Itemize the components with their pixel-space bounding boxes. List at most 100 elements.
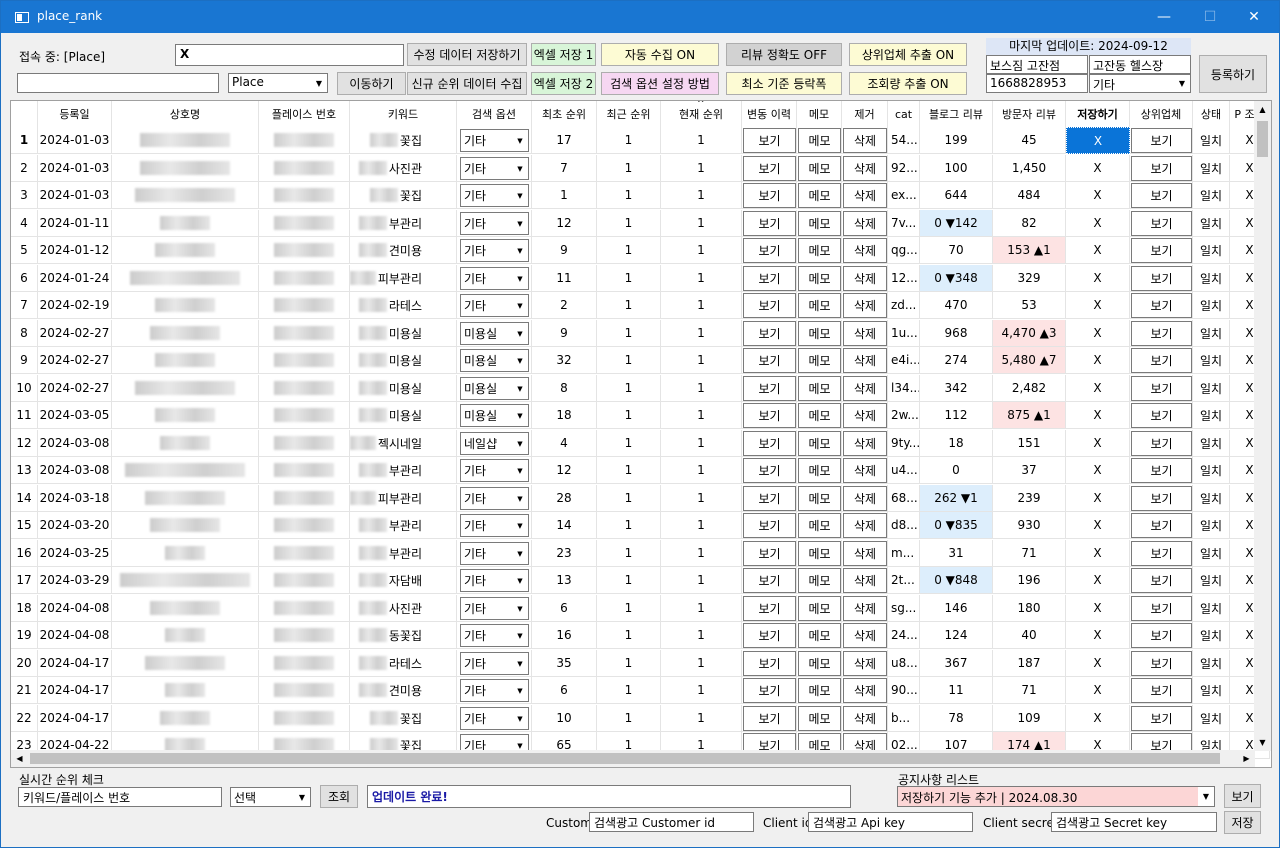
history-view-button[interactable]: 보기	[743, 376, 796, 401]
top-store-view-button[interactable]: 보기	[1131, 678, 1192, 703]
memo-button[interactable]: 메모	[798, 128, 841, 153]
delete-button[interactable]: 삭제	[843, 128, 887, 153]
delete-button[interactable]: 삭제	[843, 486, 887, 511]
header-col-save[interactable]: 저장하기	[1066, 101, 1130, 127]
excel-save-1-button[interactable]: 엑셀 저장 1	[531, 43, 596, 66]
delete-button[interactable]: 삭제	[843, 431, 887, 456]
store-type-select[interactable]: 기타 ▼	[1089, 74, 1191, 93]
history-view-button[interactable]: 보기	[743, 568, 796, 593]
delete-button[interactable]: 삭제	[843, 266, 887, 291]
search-option-select[interactable]: 기타 ▼	[460, 157, 529, 180]
header-col-visitor-review[interactable]: 방문자 리뷰	[993, 101, 1066, 127]
top-extract-button[interactable]: 상위업체 추출 ON	[849, 43, 967, 66]
delete-button[interactable]: 삭제	[843, 458, 887, 483]
memo-button[interactable]: 메모	[798, 238, 841, 263]
history-view-button[interactable]: 보기	[743, 458, 796, 483]
memo-button[interactable]: 메모	[798, 568, 841, 593]
top-store-view-button[interactable]: 보기	[1131, 266, 1192, 291]
store-name-field[interactable]: 보스짐 고잔점	[986, 55, 1088, 74]
place-select[interactable]: Place ▼	[228, 73, 328, 93]
memo-button[interactable]: 메모	[798, 348, 841, 373]
top-store-view-button[interactable]: 보기	[1131, 321, 1192, 346]
delete-button[interactable]: 삭제	[843, 513, 887, 538]
search-option-select[interactable]: 기타 ▼	[460, 679, 529, 702]
header-col-store-name[interactable]: 상호명	[112, 101, 259, 127]
memo-button[interactable]: 메모	[798, 513, 841, 538]
delete-button[interactable]: 삭제	[843, 156, 887, 181]
vertical-scrollbar[interactable]: ▲ ▼	[1254, 101, 1271, 751]
store-category-field[interactable]: 고잔동 헬스장	[1089, 55, 1191, 74]
search-option-select[interactable]: 기타 ▼	[460, 459, 529, 482]
top-store-view-button[interactable]: 보기	[1131, 513, 1192, 538]
review-accuracy-button[interactable]: 리뷰 정확도 OFF	[726, 43, 842, 66]
header-col-memo[interactable]: 메모	[797, 101, 842, 127]
memo-button[interactable]: 메모	[798, 541, 841, 566]
history-view-button[interactable]: 보기	[743, 678, 796, 703]
delete-button[interactable]: 삭제	[843, 376, 887, 401]
keyword-type-select[interactable]: 선택 ▼	[230, 787, 311, 807]
save-button[interactable]: 저장	[1224, 811, 1261, 834]
scroll-up-icon[interactable]: ▲	[1254, 101, 1271, 118]
history-view-button[interactable]: 보기	[743, 238, 796, 263]
top-store-view-button[interactable]: 보기	[1131, 376, 1192, 401]
history-view-button[interactable]: 보기	[743, 486, 796, 511]
memo-button[interactable]: 메모	[798, 266, 841, 291]
memo-button[interactable]: 메모	[798, 678, 841, 703]
delete-button[interactable]: 삭제	[843, 651, 887, 676]
search-option-select[interactable]: 기타 ▼	[460, 294, 529, 317]
notice-view-button[interactable]: 보기	[1224, 784, 1261, 808]
header-col-row-number[interactable]	[11, 101, 38, 127]
top-store-view-button[interactable]: 보기	[1131, 623, 1192, 648]
memo-button[interactable]: 메모	[798, 183, 841, 208]
top-store-view-button[interactable]: 보기	[1131, 541, 1192, 566]
top-store-view-button[interactable]: 보기	[1131, 403, 1192, 428]
delete-button[interactable]: 삭제	[843, 211, 887, 236]
keyword-input[interactable]: 키워드/플레이스 번호	[18, 787, 222, 807]
customer-id-field[interactable]: 검색광고 Customer id	[589, 812, 754, 832]
history-view-button[interactable]: 보기	[743, 211, 796, 236]
header-col-first-rank[interactable]: 최초 순위	[532, 101, 597, 127]
top-store-view-button[interactable]: 보기	[1131, 128, 1192, 153]
maximize-button[interactable]: ☐	[1187, 1, 1233, 33]
header-col-status[interactable]: 상태	[1193, 101, 1230, 127]
close-button[interactable]: ✕	[1231, 1, 1277, 33]
top-store-view-button[interactable]: 보기	[1131, 431, 1192, 456]
header-col-search-option[interactable]: 검색 옵션	[457, 101, 532, 127]
register-button[interactable]: 등록하기	[1199, 55, 1267, 93]
top-store-view-button[interactable]: 보기	[1131, 706, 1192, 731]
delete-button[interactable]: 삭제	[843, 678, 887, 703]
hscroll-thumb[interactable]	[30, 753, 1220, 764]
header-col-remove[interactable]: 제거	[842, 101, 888, 127]
memo-button[interactable]: 메모	[798, 706, 841, 731]
horizontal-scrollbar[interactable]: ◀ ▶	[11, 750, 1255, 767]
secret-key-field[interactable]: 검색광고 Secret key	[1051, 812, 1217, 832]
delete-button[interactable]: 삭제	[843, 623, 887, 648]
search-option-select[interactable]: 기타 ▼	[460, 267, 529, 290]
min-rank-button[interactable]: 최소 기준 등락폭	[726, 72, 842, 95]
memo-button[interactable]: 메모	[798, 458, 841, 483]
search-option-select[interactable]: 미용실 ▼	[460, 322, 529, 345]
memo-button[interactable]: 메모	[798, 486, 841, 511]
notice-select[interactable]: 저장하기 기능 추가 | 2024.08.30 ▼	[897, 786, 1215, 807]
header-col-blog-review[interactable]: 블로그 리뷰	[920, 101, 993, 127]
history-view-button[interactable]: 보기	[743, 623, 796, 648]
history-view-button[interactable]: 보기	[743, 596, 796, 621]
search-option-select[interactable]: 기타 ▼	[460, 129, 529, 152]
top-store-view-button[interactable]: 보기	[1131, 183, 1192, 208]
save-modified-button[interactable]: 수정 데이터 저장하기	[407, 43, 527, 66]
top-store-view-button[interactable]: 보기	[1131, 651, 1192, 676]
api-key-field[interactable]: 검색광고 Api key	[808, 812, 973, 832]
collect-new-rank-button[interactable]: 신규 순위 데이터 수집	[407, 72, 527, 95]
search-option-select[interactable]: 기타 ▼	[460, 239, 529, 262]
move-button[interactable]: 이동하기	[337, 72, 406, 95]
search-option-select[interactable]: 미용실 ▼	[460, 404, 529, 427]
top-store-view-button[interactable]: 보기	[1131, 293, 1192, 318]
top-store-view-button[interactable]: 보기	[1131, 156, 1192, 181]
delete-button[interactable]: 삭제	[843, 238, 887, 263]
search-option-select[interactable]: 기타 ▼	[460, 707, 529, 730]
top-store-view-button[interactable]: 보기	[1131, 568, 1192, 593]
history-view-button[interactable]: 보기	[743, 156, 796, 181]
memo-button[interactable]: 메모	[798, 651, 841, 676]
delete-button[interactable]: 삭제	[843, 321, 887, 346]
delete-button[interactable]: 삭제	[843, 183, 887, 208]
